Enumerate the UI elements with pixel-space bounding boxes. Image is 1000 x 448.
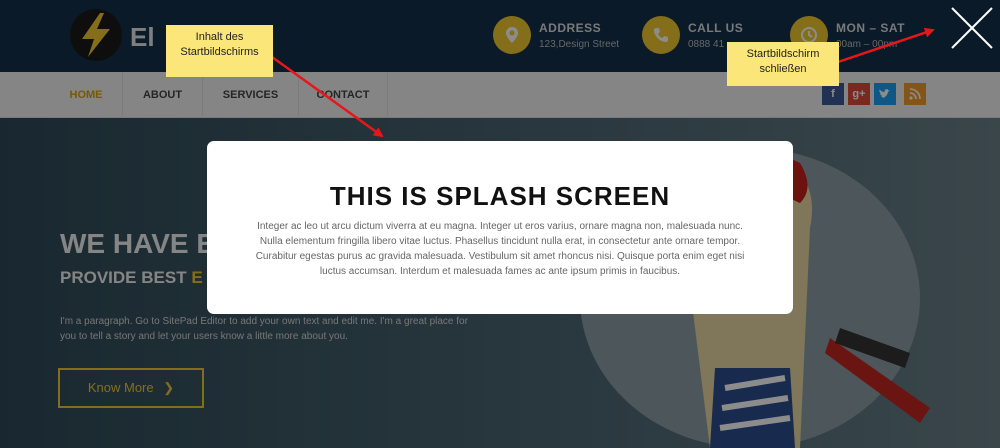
splash-body-text: Integer ac leo ut arcu dictum viverra at… [255, 221, 745, 277]
close-callout: Startbildschirm schließen [727, 42, 839, 86]
splash-title: THIS IS SPLASH SCREEN [329, 181, 671, 211]
splash-screen-dialog: THIS IS SPLASH SCREEN Integer ac leo ut … [207, 141, 793, 314]
close-icon [951, 7, 993, 49]
content-callout: Inhalt des Startbildschirms [166, 25, 273, 77]
close-splash-button[interactable] [950, 6, 994, 50]
